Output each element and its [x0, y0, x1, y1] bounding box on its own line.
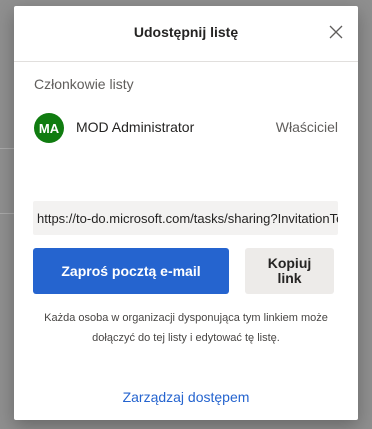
copy-link-label: Kopiuj link [267, 255, 312, 286]
invite-by-email-button[interactable]: Zaproś pocztą e-mail [33, 248, 229, 294]
share-list-dialog: Udostępnij listę Członkowie listy MA MOD… [14, 6, 358, 420]
copy-link-button[interactable]: Kopiuj link [245, 248, 334, 294]
share-link-field[interactable] [33, 201, 338, 235]
backdrop-divider [0, 148, 14, 149]
dialog-title: Udostępnij listę [133, 24, 239, 40]
header-divider [14, 61, 358, 62]
sharing-note: Każda osoba w organizacji dysponująca ty… [44, 312, 328, 344]
member-role: Właściciel [275, 119, 338, 135]
member-name: MOD Administrator [76, 119, 195, 135]
backdrop-divider [0, 213, 14, 214]
member-row: MA MOD Administrator Właściciel [34, 113, 338, 143]
members-section-label: Członkowie listy [34, 76, 134, 92]
close-icon[interactable] [328, 24, 344, 40]
manage-access-link[interactable]: Zarządzaj dostępem [14, 389, 358, 405]
avatar: MA [34, 113, 64, 143]
